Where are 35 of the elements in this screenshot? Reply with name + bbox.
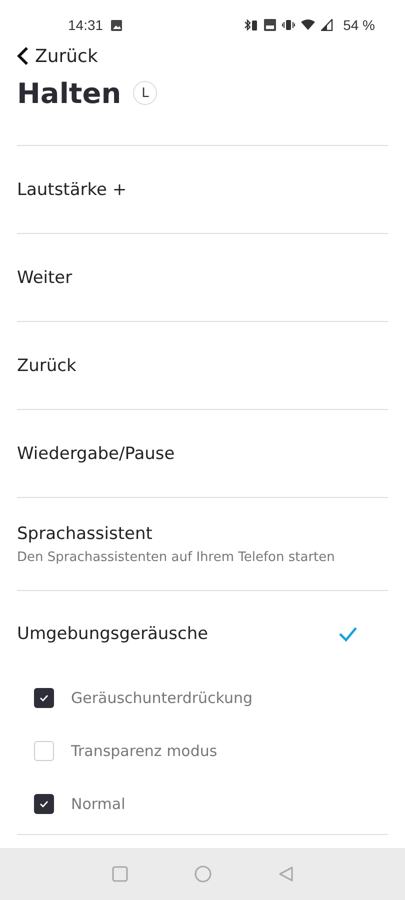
action-label: Wiedergabe/Pause: [17, 444, 175, 464]
checkbox[interactable]: [34, 794, 54, 814]
side-badge: L: [133, 81, 158, 105]
triangle-left-icon: [278, 866, 294, 882]
page-title: Halten: [17, 76, 122, 110]
square-icon: [112, 866, 128, 882]
checkbox[interactable]: [34, 688, 54, 708]
option-label: Geräuschunterdrückung: [71, 688, 253, 706]
status-time: 14:31: [68, 17, 104, 33]
action-description: Den Sprachassistenten auf Ihrem Telefon starten: [17, 550, 335, 564]
action-row[interactable]: Lautstärke +: [17, 146, 388, 234]
image-icon: [111, 20, 122, 30]
action-label: Weiter: [17, 268, 72, 288]
action-label: Zurück: [17, 356, 76, 376]
checkmark-icon: [39, 694, 49, 702]
vibrate-icon: [282, 19, 296, 31]
action-row[interactable]: Wiedergabe/Pause: [17, 410, 388, 498]
action-row[interactable]: Umgebungsgeräusche: [17, 591, 388, 677]
action-row[interactable]: Weiter: [17, 234, 388, 322]
volte-icon: [264, 19, 276, 31]
action-row[interactable]: Sprachassistent Den Sprachassistenten auf Ihrem Telefon starten: [17, 498, 388, 591]
action-row[interactable]: Zurück: [17, 322, 388, 410]
signal-icon: [321, 19, 334, 31]
chevron-left-icon: [17, 46, 29, 66]
back-button[interactable]: Zurück: [0, 44, 98, 68]
checkmark-icon: [39, 800, 49, 808]
bluetooth-battery-icon: [244, 19, 258, 31]
action-label: Sprachassistent: [17, 524, 154, 544]
action-label: Lautstärke +: [17, 180, 127, 200]
action-label: Umgebungsgeräusche: [17, 624, 208, 644]
circle-icon: [194, 865, 212, 883]
battery-level: 54 %: [343, 17, 375, 33]
wifi-icon: [301, 19, 316, 31]
option-label: Normal: [71, 794, 126, 812]
option-label: Transparenz modus: [71, 742, 218, 760]
